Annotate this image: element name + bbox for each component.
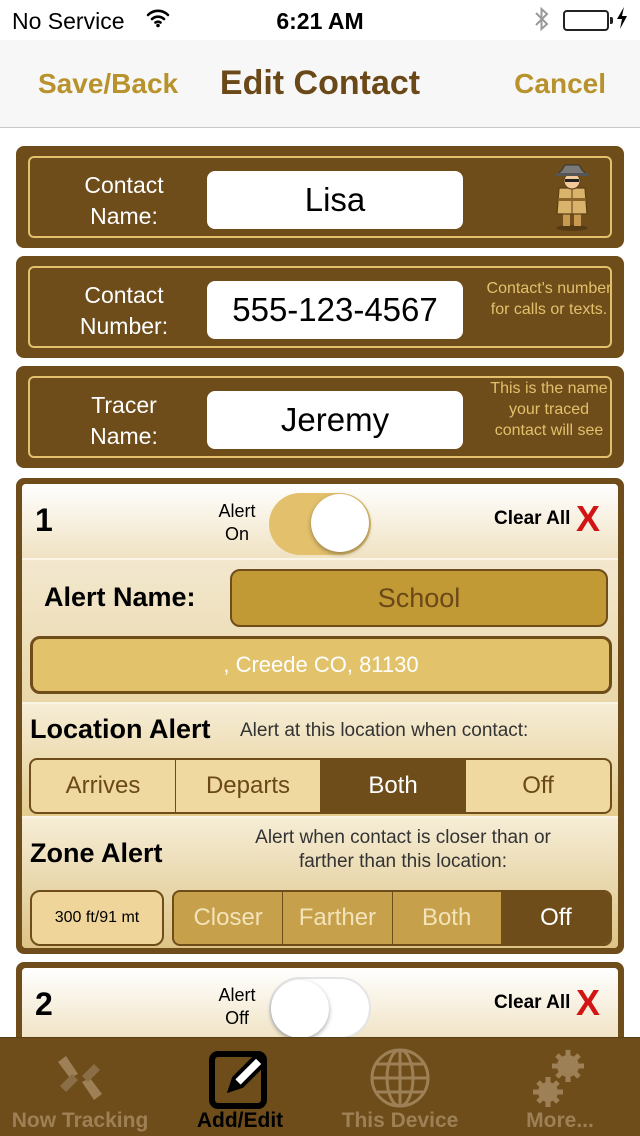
contact-number-field[interactable]: 555-123-4567	[207, 281, 463, 339]
zone-alert-segmented-control: Closer Farther Both Off	[172, 890, 612, 946]
alert-2-toggle-label: Alert Off	[202, 984, 272, 1030]
contact-number-hint: Contact's number for calls or texts.	[470, 278, 628, 320]
alert-panel-1-body: 1 Alert On Clear All X Alert Name: Schoo…	[22, 484, 618, 948]
alert-2-clear-all-button[interactable]: Clear All	[494, 992, 570, 1014]
alert-panel-2: 2 Alert Off Clear All X	[16, 962, 624, 1037]
contact-number-frame: Contact Number: 555-123-4567 Contact's n…	[28, 266, 612, 348]
status-bar: No Service 6:21 AM	[0, 0, 640, 40]
bluetooth-icon	[534, 6, 550, 38]
contact-number-hint-line2: for calls or texts.	[490, 301, 608, 318]
tab-more-label: More...	[526, 1109, 594, 1132]
location-option-both[interactable]: Both	[321, 760, 466, 812]
alert-1-toggle-label-line2: On	[224, 524, 249, 544]
zone-alert-description-line2: farther than this location:	[298, 851, 508, 872]
tracer-name-frame: Tracer Name: Jeremy This is the name you…	[28, 376, 612, 458]
tracer-name-hint-line3: contact will see	[494, 422, 604, 439]
alert-address-button[interactable]: , Creede CO, 81130	[30, 636, 612, 694]
alert-1-toggle-switch[interactable]	[269, 493, 371, 555]
contact-name-label: Contact Name:	[42, 170, 206, 232]
cancel-button[interactable]: Cancel	[514, 68, 606, 100]
charging-bolt-icon	[616, 7, 628, 35]
alert-2-number: 2	[35, 986, 53, 1022]
alert-1-clear-x-icon[interactable]: X	[576, 498, 600, 540]
location-option-departs[interactable]: Departs	[176, 760, 321, 812]
alert-1-clear-all-button[interactable]: Clear All	[494, 508, 570, 530]
alert-panel-2-body: 2 Alert Off Clear All X	[22, 968, 618, 1037]
battery-icon	[563, 10, 613, 31]
alert-name-field[interactable]: School	[230, 569, 608, 627]
zone-alert-description-line1: Alert when contact is closer than or	[255, 827, 551, 848]
tab-more[interactable]: More...	[480, 1038, 640, 1136]
zone-alert-title: Zone Alert	[30, 838, 163, 868]
tab-add-edit-label: Add/Edit	[196, 1109, 284, 1132]
alert-1-header: 1 Alert On Clear All X	[22, 484, 618, 558]
contact-name-card: Contact Name: Lisa	[16, 146, 624, 248]
zone-option-off[interactable]: Off	[501, 892, 610, 944]
alert-panel-1: 1 Alert On Clear All X Alert Name: Schoo…	[16, 478, 624, 954]
tab-this-device[interactable]: This Device	[320, 1038, 480, 1136]
tab-bar: Now Tracking Add/Edit This Device More..…	[0, 1037, 640, 1136]
zone-distance-button[interactable]: 300 ft/91 mt	[30, 890, 164, 946]
location-alert-description: Alert at this location when contact:	[240, 720, 529, 741]
alert-1-number: 1	[35, 502, 53, 538]
zone-alert-section: Zone Alert Alert when contact is closer …	[22, 818, 618, 948]
alert-name-label: Alert Name:	[44, 582, 196, 612]
alert-2-header: 2 Alert Off Clear All X	[22, 968, 618, 1037]
location-option-off[interactable]: Off	[466, 760, 610, 812]
tracer-name-field[interactable]: Jeremy	[207, 391, 463, 449]
tab-now-tracking[interactable]: Now Tracking	[0, 1038, 160, 1136]
alert-1-toggle-label: Alert On	[202, 500, 272, 546]
contact-name-field[interactable]: Lisa	[207, 171, 463, 229]
location-alert-section: Location Alert Alert at this location wh…	[22, 704, 618, 816]
tracer-name-hint-line1: This is the name	[490, 380, 608, 397]
contact-number-hint-line1: Contact's number	[486, 280, 612, 297]
tracer-name-label-line2: Name:	[90, 423, 158, 449]
alert-1-toggle-knob	[311, 494, 369, 552]
app-screen: No Service 6:21 AM Save/Back Edit Contac…	[0, 0, 640, 1136]
edit-pencil-icon	[208, 1046, 272, 1110]
location-alert-title: Location Alert	[30, 714, 211, 744]
alert-1-name-section: Alert Name: School , Creede CO, 81130	[22, 560, 618, 702]
alert-2-clear-x-icon[interactable]: X	[576, 982, 600, 1024]
tracer-name-hint-line2: your traced	[508, 401, 590, 418]
alert-2-toggle-label-line2: Off	[225, 1008, 249, 1028]
tracer-name-hint: This is the name your traced contact wil…	[470, 378, 628, 441]
compass-arrows-icon	[48, 1046, 112, 1110]
location-option-arrives[interactable]: Arrives	[31, 760, 176, 812]
tracer-name-card: Tracer Name: Jeremy This is the name you…	[16, 366, 624, 468]
spy-detective-icon[interactable]	[550, 164, 594, 237]
globe-icon	[368, 1046, 432, 1110]
contact-number-card: Contact Number: 555-123-4567 Contact's n…	[16, 256, 624, 358]
tab-add-edit[interactable]: Add/Edit	[160, 1038, 320, 1136]
contact-number-label-line2: Number:	[79, 313, 169, 339]
tab-now-tracking-label: Now Tracking	[11, 1109, 149, 1132]
tab-this-device-label: This Device	[341, 1109, 459, 1132]
alert-2-toggle-knob	[271, 980, 329, 1037]
alert-1-toggle-label-line1: Alert	[218, 501, 256, 521]
tracer-name-label: Tracer Name:	[42, 390, 206, 452]
gears-icon	[528, 1046, 592, 1110]
contact-number-label: Contact Number:	[42, 280, 206, 342]
navigation-bar: Save/Back Edit Contact Cancel	[0, 40, 640, 128]
edit-contact-content[interactable]: Contact Name: Lisa Contact Number: 555-1…	[0, 129, 640, 1037]
contact-name-frame: Contact Name: Lisa	[28, 156, 612, 238]
contact-name-label-line1: Contact	[84, 172, 164, 198]
contact-number-label-line1: Contact	[84, 282, 164, 308]
zone-option-farther[interactable]: Farther	[283, 892, 393, 944]
contact-name-label-line2: Name:	[90, 203, 158, 229]
zone-option-closer[interactable]: Closer	[174, 892, 284, 944]
alert-2-toggle-switch[interactable]	[269, 977, 371, 1037]
alert-2-toggle-label-line1: Alert	[218, 985, 256, 1005]
location-alert-segmented-control: Arrives Departs Both Off	[29, 758, 612, 814]
zone-alert-description: Alert when contact is closer than or far…	[200, 826, 606, 874]
tracer-name-label-line1: Tracer	[91, 392, 157, 418]
zone-option-both[interactable]: Both	[393, 892, 502, 944]
